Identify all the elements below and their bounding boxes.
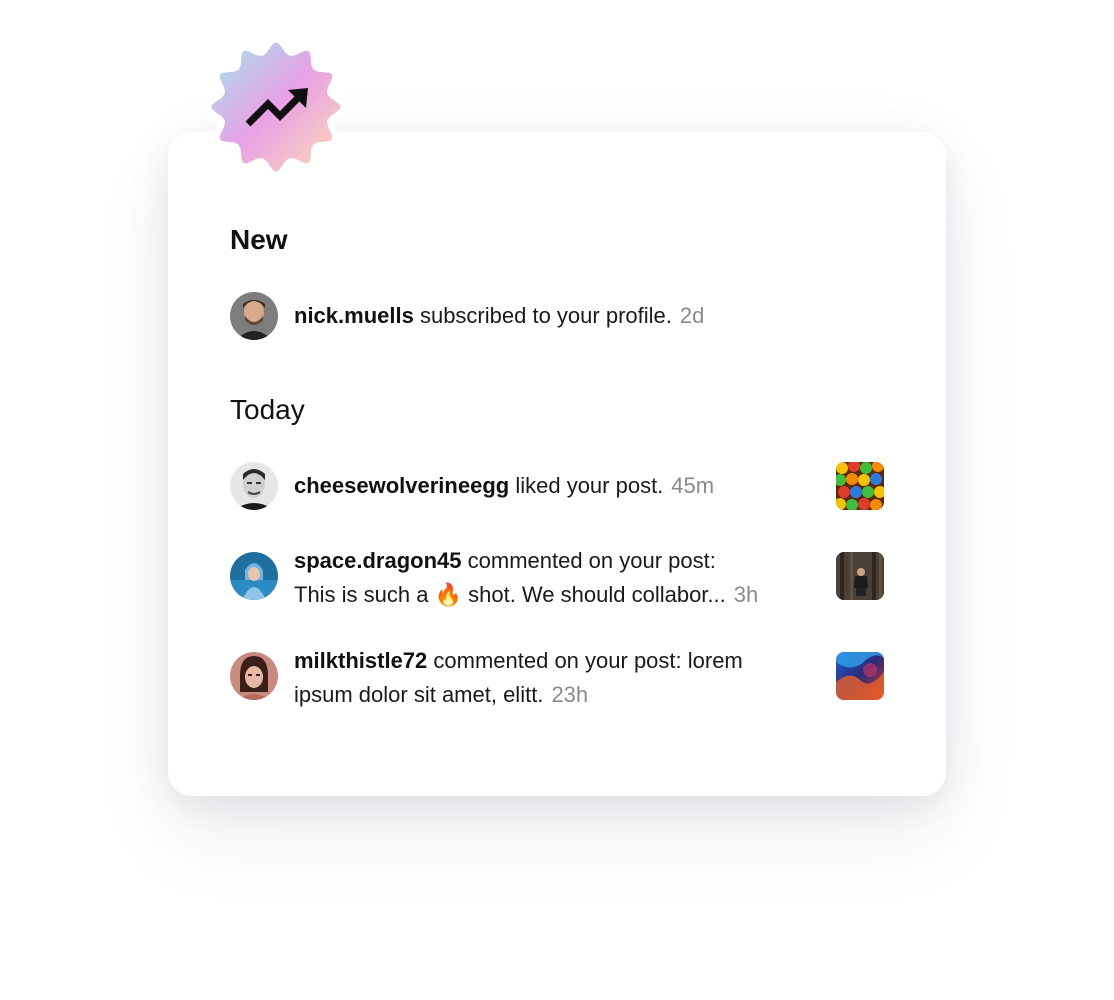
post-thumbnail[interactable] bbox=[836, 462, 884, 510]
notification-time: 3h bbox=[733, 582, 759, 607]
post-thumbnail[interactable] bbox=[836, 552, 884, 600]
comment-text: shot. We should collabor... bbox=[462, 582, 726, 607]
section-title-today: Today bbox=[230, 394, 305, 425]
notifications-card: New nick.muells subscribed to your profi… bbox=[168, 132, 946, 796]
trending-badge bbox=[200, 34, 352, 180]
section-title-new: New bbox=[230, 224, 288, 255]
post-thumbnail[interactable] bbox=[836, 652, 884, 700]
notification-message: commented on your post: lorem bbox=[427, 648, 743, 673]
username[interactable]: cheesewolverineegg bbox=[294, 473, 509, 498]
user-avatar[interactable] bbox=[230, 552, 278, 600]
user-avatar[interactable] bbox=[230, 652, 278, 700]
notification-text: milkthistle72 commented on your post: lo… bbox=[294, 644, 814, 712]
comment-text: This is such a bbox=[294, 582, 435, 607]
username[interactable]: milkthistle72 bbox=[294, 648, 427, 673]
notification-message: commented on your post: bbox=[461, 548, 716, 573]
notification-item[interactable]: cheesewolverineegg liked your post. 45m bbox=[230, 462, 884, 510]
fire-icon: 🔥 bbox=[434, 583, 463, 608]
notification-message: subscribed to your profile. bbox=[413, 303, 672, 328]
notification-time: 23h bbox=[551, 682, 589, 707]
notification-message: liked your post. bbox=[509, 473, 664, 498]
notification-item[interactable]: milkthistle72 commented on your post: lo… bbox=[230, 648, 884, 720]
notification-text: nick.muells subscribed to your profile. 2… bbox=[294, 299, 814, 333]
badge-shape bbox=[205, 36, 347, 178]
user-avatar[interactable] bbox=[230, 462, 278, 510]
notification-text: cheesewolverineegg liked your post. 45m bbox=[294, 469, 814, 503]
notification-text: space.dragon45 commented on your post: T… bbox=[294, 544, 814, 613]
notification-item[interactable]: nick.muells subscribed to your profile. 2… bbox=[230, 292, 884, 340]
username[interactable]: space.dragon45 bbox=[294, 548, 462, 573]
user-avatar[interactable] bbox=[230, 292, 278, 340]
notification-time: 2d bbox=[679, 303, 705, 328]
notification-time: 45m bbox=[671, 473, 715, 498]
username[interactable]: nick.muells bbox=[294, 303, 414, 328]
notification-item[interactable]: space.dragon45 commented on your post: T… bbox=[230, 548, 884, 620]
comment-text: ipsum dolor sit amet, elitt. bbox=[294, 682, 544, 707]
